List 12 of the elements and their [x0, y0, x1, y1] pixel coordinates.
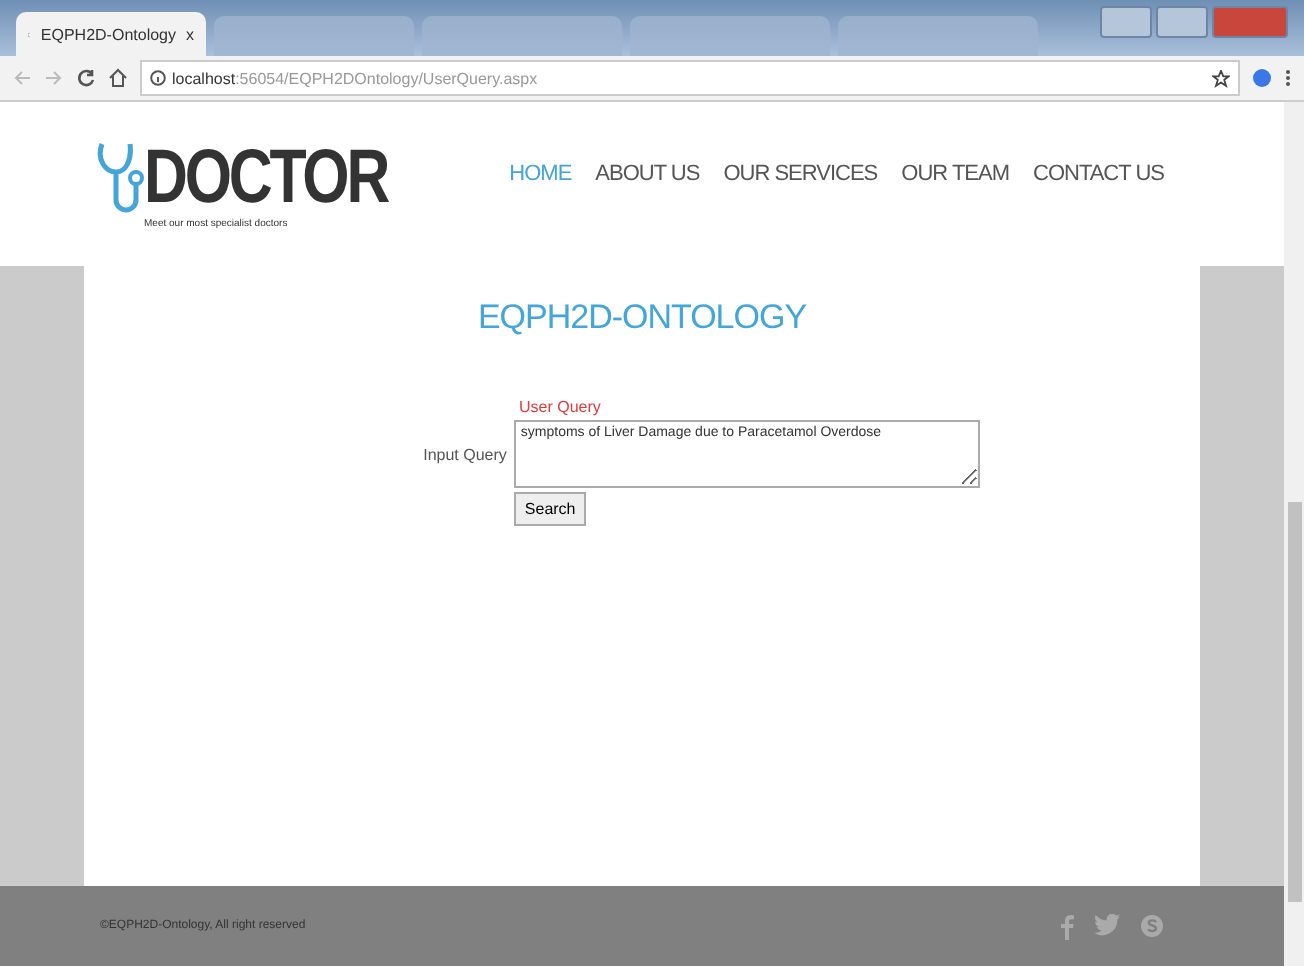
- logo-text: DOCTOR: [144, 140, 388, 216]
- nav-link[interactable]: OUR SERVICES: [723, 162, 878, 186]
- nav-link[interactable]: ABOUT US: [595, 162, 700, 186]
- nav-link[interactable]: OUR TEAM: [901, 162, 1009, 186]
- browser-tab[interactable]: EQPH2D-Ontology x: [16, 12, 206, 56]
- page-title: EQPH2D-ONTOLOGY: [477, 298, 807, 338]
- form-heading: User Query: [517, 398, 601, 416]
- address-field[interactable]: localhost:56054/EQPH2DOntology/UserQuery.aspx: [140, 60, 1240, 96]
- field-label: Input Query: [423, 445, 507, 463]
- tab-close-button[interactable]: x: [186, 25, 194, 43]
- nav-link[interactable]: CONTACT US: [1033, 162, 1164, 186]
- search-button[interactable]: Search: [514, 492, 586, 526]
